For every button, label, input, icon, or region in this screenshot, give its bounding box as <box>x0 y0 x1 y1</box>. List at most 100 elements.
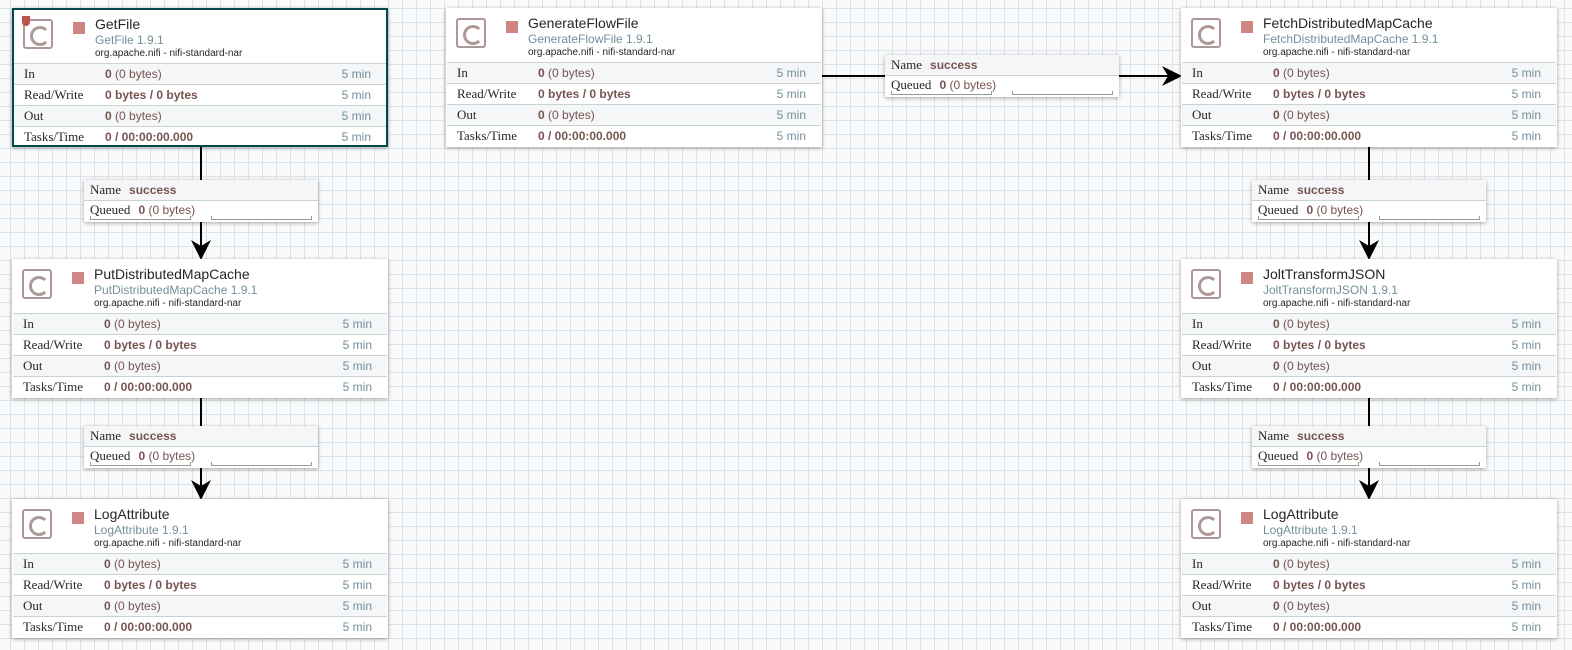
queued-label: Queued <box>90 448 131 463</box>
processor-type: GetFile 1.9.1 <box>95 33 164 47</box>
backpressure-count-bar <box>891 91 992 95</box>
stat-label: Out <box>23 358 43 373</box>
processor-bundle: org.apache.nifi - nifi-standard-nar <box>528 47 676 58</box>
stat-value: 0 bytes / 0 bytes <box>104 338 197 352</box>
processor-putdistributedmapcache[interactable]: PutDistributedMapCache PutDistributedMap… <box>12 259 388 398</box>
connection-queued-row: Queued 0 (0 bytes) <box>84 447 318 467</box>
stat-row-in: In 0 (0 bytes) 5 min <box>13 313 387 334</box>
connection-name: success <box>930 58 978 72</box>
stat-label: Read/Write <box>23 337 83 352</box>
processor-stats: In 0 (0 bytes) 5 min Read/Write 0 bytes / 0… <box>14 63 386 147</box>
connection-name: success <box>129 429 177 443</box>
stat-row-in: In 0 (0 bytes) 5 min <box>14 63 386 84</box>
stat-window: 5 min <box>1511 599 1541 613</box>
stat-window: 5 min <box>342 317 372 331</box>
stat-value: 0 / 00:00:00.000 <box>104 620 193 634</box>
stat-value: 0 / 00:00:00.000 <box>104 380 193 394</box>
stat-row-tasks: Tasks/Time 0 / 00:00:00.000 5 min <box>447 125 821 146</box>
stat-window: 5 min <box>1511 108 1541 122</box>
stat-label: Read/Write <box>23 577 83 592</box>
stat-label: Read/Write <box>1192 337 1252 352</box>
stat-window: 5 min <box>341 109 371 123</box>
stat-label: Read/Write <box>24 87 84 102</box>
processor-type: LogAttribute 1.9.1 <box>1263 523 1358 537</box>
stat-label: Tasks/Time <box>1192 379 1253 394</box>
processor-type: GenerateFlowFile 1.9.1 <box>528 32 653 46</box>
stat-window: 5 min <box>776 87 806 101</box>
stopped-state-icon <box>1241 21 1253 33</box>
stat-value: 0 (0 bytes) <box>105 109 162 123</box>
stat-window: 5 min <box>342 599 372 613</box>
stat-value: 0 (0 bytes) <box>104 317 161 331</box>
stopped-state-icon <box>506 21 518 33</box>
stat-row-read-write: Read/Write 0 bytes / 0 bytes 5 min <box>1182 334 1556 355</box>
stat-row-in: In 0 (0 bytes) 5 min <box>447 62 821 83</box>
processor-name: GenerateFlowFile <box>528 15 639 31</box>
stat-row-read-write: Read/Write 0 bytes / 0 bytes 5 min <box>1182 83 1556 104</box>
flow-canvas[interactable]: GetFile GetFile 1.9.1 org.apache.nifi - … <box>0 0 1572 650</box>
stat-row-in: In 0 (0 bytes) 5 min <box>1182 313 1556 334</box>
connection-label[interactable]: Name success Queued 0 (0 bytes) <box>1252 426 1486 468</box>
processor-header: LogAttribute LogAttribute 1.9.1 org.apac… <box>1182 500 1556 553</box>
stat-value: 0 (0 bytes) <box>1273 108 1330 122</box>
stat-label: Read/Write <box>1192 86 1252 101</box>
stat-value: 0 (0 bytes) <box>538 66 595 80</box>
stat-row-tasks: Tasks/Time 0 / 00:00:00.000 5 min <box>14 126 386 147</box>
stat-value: 0 (0 bytes) <box>1273 599 1330 613</box>
stat-label: In <box>24 66 35 81</box>
processor-logattribute[interactable]: LogAttribute LogAttribute 1.9.1 org.apac… <box>1181 499 1557 638</box>
stat-value: 0 / 00:00:00.000 <box>105 130 194 144</box>
stat-row-out: Out 0 (0 bytes) 5 min <box>1182 355 1556 376</box>
stat-label: Tasks/Time <box>1192 619 1253 634</box>
stat-window: 5 min <box>1511 338 1541 352</box>
stat-window: 5 min <box>1511 359 1541 373</box>
name-label: Name <box>1258 182 1290 197</box>
processor-fetchdistributedmapcache[interactable]: FetchDistributedMapCache FetchDistribute… <box>1181 8 1557 147</box>
stat-row-in: In 0 (0 bytes) 5 min <box>13 553 387 574</box>
stopped-state-icon <box>1241 512 1253 524</box>
backpressure-size-bar <box>211 216 312 220</box>
connection-label[interactable]: Name success Queued 0 (0 bytes) <box>885 55 1119 97</box>
processor-header: GetFile GetFile 1.9.1 org.apache.nifi - … <box>14 10 386 63</box>
queued-value: 0 (0 bytes) <box>1306 203 1364 217</box>
processor-jolttransformjson[interactable]: JoltTransformJSON JoltTransformJSON 1.9.… <box>1181 259 1557 398</box>
stat-row-tasks: Tasks/Time 0 / 00:00:00.000 5 min <box>13 376 387 397</box>
processor-icon <box>22 509 52 539</box>
stat-value: 0 bytes / 0 bytes <box>1273 578 1366 592</box>
processor-getfile[interactable]: GetFile GetFile 1.9.1 org.apache.nifi - … <box>12 8 388 147</box>
stat-window: 5 min <box>1511 578 1541 592</box>
queued-value: 0 (0 bytes) <box>1306 449 1364 463</box>
queued-label: Queued <box>90 202 131 217</box>
stat-window: 5 min <box>1511 66 1541 80</box>
stat-value: 0 (0 bytes) <box>1273 317 1330 331</box>
stat-row-read-write: Read/Write 0 bytes / 0 bytes 5 min <box>13 574 387 595</box>
stat-row-tasks: Tasks/Time 0 / 00:00:00.000 5 min <box>13 616 387 637</box>
stopped-state-icon <box>72 512 84 524</box>
stat-label: Read/Write <box>1192 577 1252 592</box>
connection-label[interactable]: Name success Queued 0 (0 bytes) <box>84 180 318 222</box>
restricted-shield-icon <box>22 16 30 26</box>
stat-label: In <box>1192 316 1203 331</box>
stat-row-in: In 0 (0 bytes) 5 min <box>1182 62 1556 83</box>
stat-value: 0 (0 bytes) <box>105 67 162 81</box>
backpressure-size-bar <box>1012 91 1113 95</box>
processor-stats: In 0 (0 bytes) 5 min Read/Write 0 bytes / 0… <box>1182 313 1556 397</box>
processor-type: FetchDistributedMapCache 1.9.1 <box>1263 32 1439 46</box>
processor-bundle: org.apache.nifi - nifi-standard-nar <box>94 538 242 549</box>
stat-window: 5 min <box>342 557 372 571</box>
processor-logattribute[interactable]: LogAttribute LogAttribute 1.9.1 org.apac… <box>12 499 388 638</box>
processor-generateflowfile[interactable]: GenerateFlowFile GenerateFlowFile 1.9.1 … <box>446 8 822 147</box>
connection-label[interactable]: Name success Queued 0 (0 bytes) <box>84 426 318 468</box>
stat-value: 0 / 00:00:00.000 <box>538 129 627 143</box>
processor-header: FetchDistributedMapCache FetchDistribute… <box>1182 9 1556 62</box>
stat-value: 0 bytes / 0 bytes <box>1273 87 1366 101</box>
name-label: Name <box>1258 428 1290 443</box>
stat-row-tasks: Tasks/Time 0 / 00:00:00.000 5 min <box>1182 125 1556 146</box>
processor-header: PutDistributedMapCache PutDistributedMap… <box>13 260 387 313</box>
stat-window: 5 min <box>341 88 371 102</box>
stat-value: 0 (0 bytes) <box>1273 557 1330 571</box>
processor-bundle: org.apache.nifi - nifi-standard-nar <box>1263 298 1411 309</box>
stat-label: In <box>457 65 468 80</box>
connection-label[interactable]: Name success Queued 0 (0 bytes) <box>1252 180 1486 222</box>
stat-value: 0 bytes / 0 bytes <box>105 88 198 102</box>
